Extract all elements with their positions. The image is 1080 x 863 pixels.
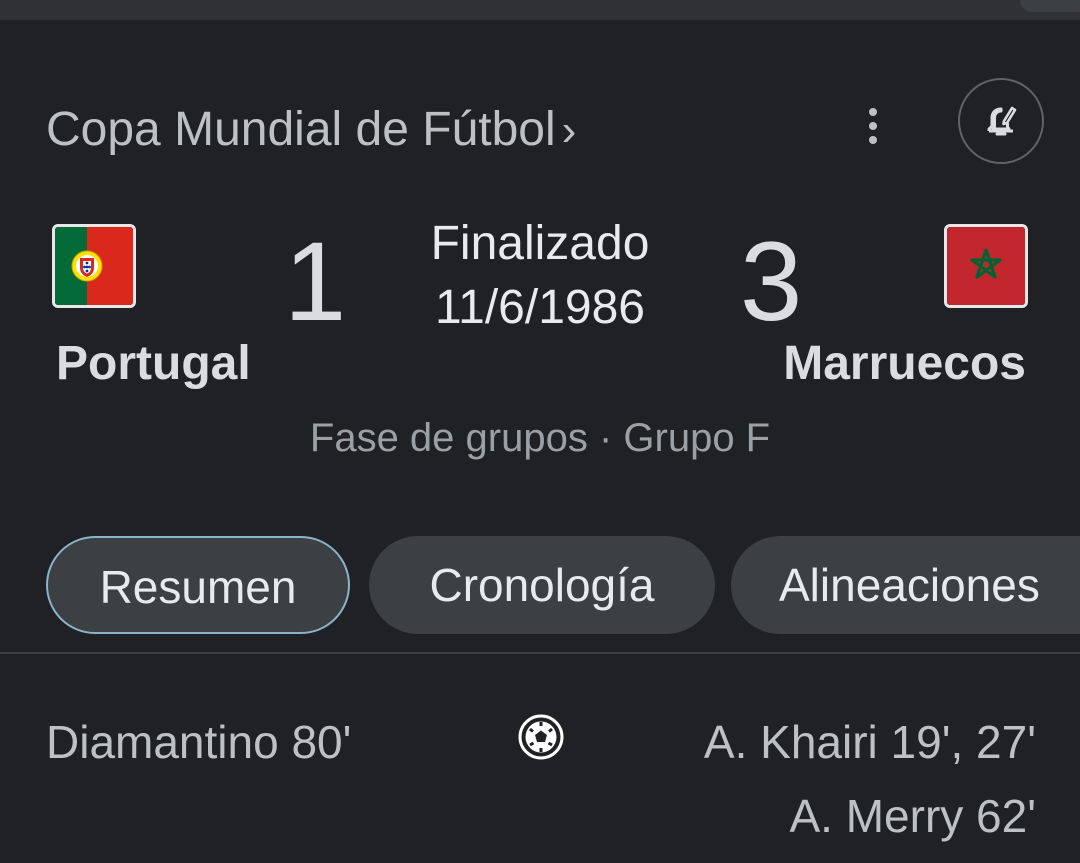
away-team-name[interactable]: Marruecos	[783, 334, 1026, 394]
match-date: 11/6/1986	[435, 281, 645, 334]
tab-resumen[interactable]: Resumen	[46, 536, 350, 634]
section-divider	[0, 652, 1080, 654]
away-goal-scorer: A. Khairi 19', 27'	[703, 716, 1036, 768]
tab-cronologia[interactable]: Cronología	[369, 536, 715, 634]
portugal-flag	[52, 224, 136, 308]
more-vert-icon	[869, 108, 877, 116]
bell-edit-icon	[987, 106, 1017, 136]
competition-title: Copa Mundial de Fútbol	[46, 103, 556, 156]
morocco-flag	[944, 224, 1028, 308]
match-status: Finalizado	[430, 217, 650, 270]
match-stage: Fase de grupos · Grupo F	[309, 416, 771, 460]
away-score: 3	[740, 219, 803, 344]
chevron-right-icon: ›	[561, 106, 577, 155]
competition-link[interactable]: Copa Mundial de Fútbol ›	[46, 100, 576, 160]
top-edge-bar	[0, 0, 1080, 20]
top-edge-shadow	[1020, 0, 1080, 12]
more-options-button[interactable]	[858, 104, 888, 148]
notification-button[interactable]	[958, 78, 1044, 164]
home-goal-scorer: Diamantino 80'	[46, 716, 352, 768]
home-score: 1	[284, 219, 347, 344]
home-team-name[interactable]: Portugal	[56, 334, 251, 394]
soccer-ball-icon	[518, 714, 564, 760]
tab-alineaciones[interactable]: Alineaciones	[731, 536, 1080, 634]
away-goal-scorer: A. Merry 62'	[789, 790, 1036, 842]
